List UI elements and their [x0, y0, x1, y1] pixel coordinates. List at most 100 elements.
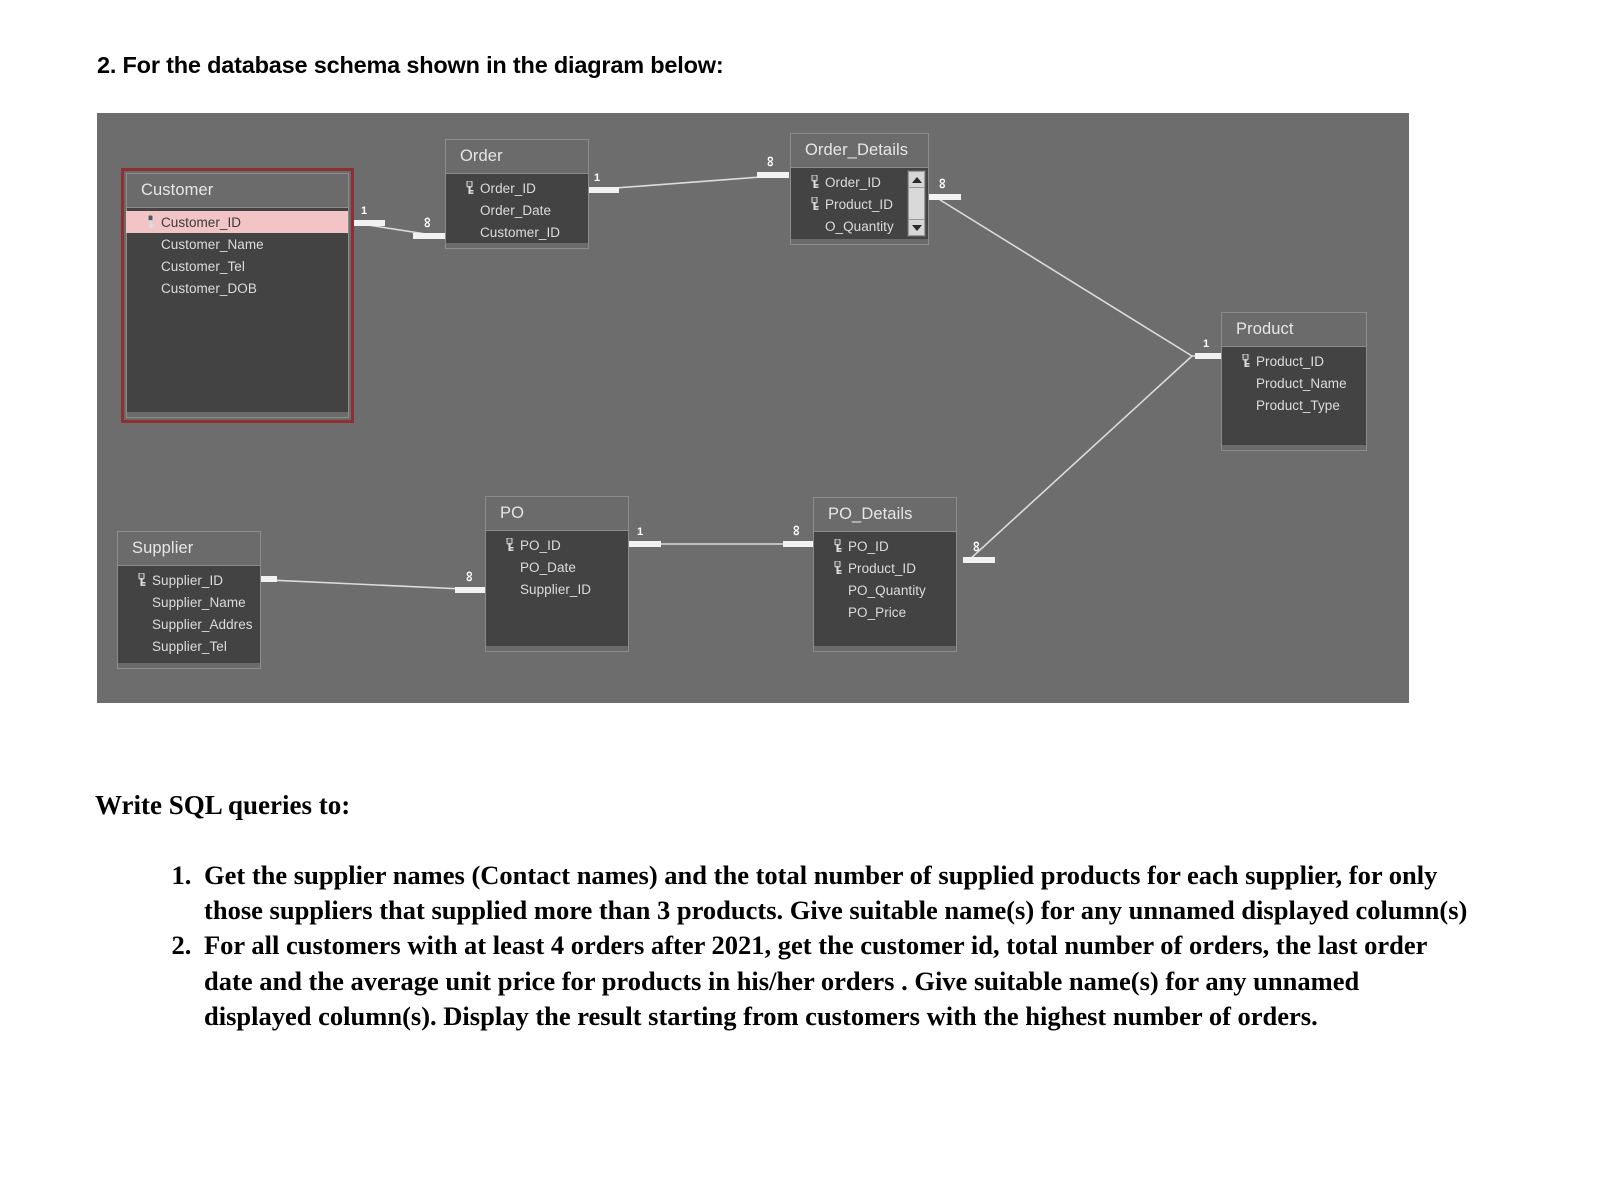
field-order-date[interactable]: Order_Date — [446, 199, 588, 221]
cardinality-tick-customer-one — [353, 220, 385, 226]
field-label: Product_Type — [1256, 397, 1340, 413]
page-title: 2. For the database schema shown in the … — [97, 52, 724, 78]
field-supplier-name[interactable]: Supplier_Name — [118, 591, 260, 613]
primary-key-icon — [130, 573, 152, 587]
field-label: Product_ID — [848, 560, 917, 576]
entity-po-details[interactable]: PO_Details PO_ID Product_ID PO_Quantity — [813, 497, 957, 652]
entity-product-title: Product — [1236, 320, 1294, 338]
chevron-down-icon — [911, 224, 922, 231]
order-details-scrollbar[interactable] — [907, 170, 926, 237]
entity-po-title: PO — [500, 504, 525, 522]
cardinality-label-customer-one: 1 — [361, 205, 368, 217]
field-po-date[interactable]: PO_Date — [486, 556, 628, 578]
field-pod-quantity[interactable]: PO_Quantity — [814, 579, 956, 601]
field-label: Supplier_ID — [152, 572, 224, 588]
primary-key-icon — [826, 539, 848, 553]
query-item-2: For all customers with at least 4 orders… — [198, 928, 1473, 1034]
cardinality-label-podetails-many: ∞ — [787, 525, 805, 536]
entity-po-details-title: PO_Details — [828, 505, 913, 523]
field-label: Supplier_Tel — [152, 638, 227, 654]
scroll-down-button[interactable] — [908, 219, 925, 236]
chevron-up-icon — [911, 176, 922, 183]
field-label: Customer_Name — [161, 236, 264, 252]
field-label: Order_Date — [480, 202, 552, 218]
entity-customer-fields: Customer_ID Customer_Name Customer_Tel C… — [126, 207, 348, 412]
connector-order_details-product — [936, 197, 1193, 357]
query-item-1: Get the supplier names (Contact names) a… — [198, 858, 1473, 928]
field-supplier-tel[interactable]: Supplier_Tel — [118, 635, 260, 657]
entity-supplier[interactable]: Supplier Supplier_ID Supplier_Name Suppl… — [117, 531, 261, 669]
cardinality-tick-po-many — [455, 587, 487, 593]
cardinality-label-orderdetails-many: ∞ — [761, 156, 779, 167]
database-schema-diagram: 1 ∞ 1 ∞ ∞ 1 1 ∞ 1 ∞ ∞ Customer Customer_… — [97, 113, 1409, 703]
scroll-thumb[interactable] — [908, 188, 925, 219]
write-queries-heading: Write SQL queries to: — [95, 790, 351, 820]
field-label: PO_ID — [848, 538, 889, 554]
scroll-up-button[interactable] — [908, 171, 925, 188]
field-product-type[interactable]: Product_Type — [1222, 394, 1366, 416]
entity-po-fields: PO_ID PO_Date Supplier_ID — [486, 530, 628, 646]
connector-order-order_details — [588, 174, 788, 191]
field-label: PO_ID — [520, 537, 561, 553]
field-label: Product_ID — [1256, 353, 1325, 369]
entity-supplier-fields: Supplier_ID Supplier_Name Supplier_Addre… — [118, 565, 260, 663]
connector-supplier-po — [246, 578, 486, 591]
field-pod-product-id[interactable]: Product_ID — [814, 557, 956, 579]
field-customer-name[interactable]: Customer_Name — [127, 233, 348, 255]
field-order-customer-id[interactable]: Customer_ID — [446, 221, 588, 243]
field-label: PO_Date — [520, 559, 576, 575]
cardinality-label-product-one: 1 — [1203, 338, 1210, 350]
entity-order-details-fields: Order_ID Product_ID O_Quantity — [791, 167, 928, 239]
field-pod-price[interactable]: PO_Price — [814, 601, 956, 623]
query-list: Get the supplier names (Contact names) a… — [140, 858, 1473, 1034]
field-label: Customer_ID — [161, 214, 242, 230]
field-product-id[interactable]: Product_ID — [1222, 350, 1366, 372]
entity-po[interactable]: PO PO_ID PO_Date Supplier_ID — [485, 496, 629, 652]
cardinality-tick-podetails-many — [783, 541, 815, 547]
entity-product-fields: Product_ID Product_Name Product_Type — [1222, 346, 1366, 445]
cardinality-tick-orderdetails2-many — [929, 194, 961, 200]
cardinality-tick-orderdetails-many — [757, 172, 789, 178]
entity-product[interactable]: Product Product_ID Product_Name Product_… — [1221, 312, 1367, 451]
field-customer-id[interactable]: Customer_ID — [126, 211, 348, 233]
field-label: Supplier_ID — [520, 581, 592, 597]
field-po-supplier-id[interactable]: Supplier_ID — [486, 578, 628, 600]
field-label: Product_ID — [825, 196, 894, 212]
field-order-id[interactable]: Order_ID — [446, 177, 588, 199]
entity-customer-title: Customer — [141, 181, 214, 199]
cardinality-tick-order-one — [587, 187, 619, 193]
cardinality-label-order-many: ∞ — [418, 217, 436, 228]
field-product-name[interactable]: Product_Name — [1222, 372, 1366, 394]
field-label: Order_ID — [480, 180, 536, 196]
field-label: Customer_Tel — [161, 258, 245, 274]
cardinality-label-podetails2-many: ∞ — [967, 541, 985, 552]
field-label: O_Quantity — [825, 218, 894, 234]
field-po-id[interactable]: PO_ID — [486, 534, 628, 556]
entity-customer[interactable]: Customer Customer_ID Customer_Name Custo… — [121, 168, 354, 423]
entity-order-details[interactable]: Order_Details Order_ID Product_ID O_Quan… — [790, 133, 929, 245]
primary-key-icon — [458, 181, 480, 195]
cardinality-tick-podetails2-many — [963, 557, 995, 563]
field-label: PO_Price — [848, 604, 907, 620]
primary-key-icon — [803, 197, 825, 211]
cardinality-tick-order-many — [413, 233, 445, 239]
field-supplier-id[interactable]: Supplier_ID — [118, 569, 260, 591]
field-label: Customer_ID — [480, 224, 561, 240]
entity-order-title: Order — [460, 147, 503, 165]
primary-key-icon — [498, 538, 520, 552]
entity-po-details-fields: PO_ID Product_ID PO_Quantity PO_Price — [814, 531, 956, 646]
cardinality-label-order-one: 1 — [594, 172, 601, 184]
field-customer-tel[interactable]: Customer_Tel — [127, 255, 348, 277]
cardinality-label-po-many: ∞ — [460, 571, 478, 582]
field-supplier-address[interactable]: Supplier_Addres — [118, 613, 260, 635]
primary-key-icon — [1234, 354, 1256, 368]
cardinality-label-po-one: 1 — [637, 526, 644, 538]
field-label: Supplier_Name — [152, 594, 246, 610]
entity-order[interactable]: Order Order_ID Order_Date Customer_ID — [445, 139, 589, 249]
entity-supplier-title: Supplier — [132, 539, 194, 557]
cardinality-tick-po-one — [629, 541, 661, 547]
field-pod-po-id[interactable]: PO_ID — [814, 535, 956, 557]
entity-order-details-title: Order_Details — [805, 141, 909, 159]
field-customer-dob[interactable]: Customer_DOB — [127, 277, 348, 299]
field-label: Customer_DOB — [161, 280, 257, 296]
